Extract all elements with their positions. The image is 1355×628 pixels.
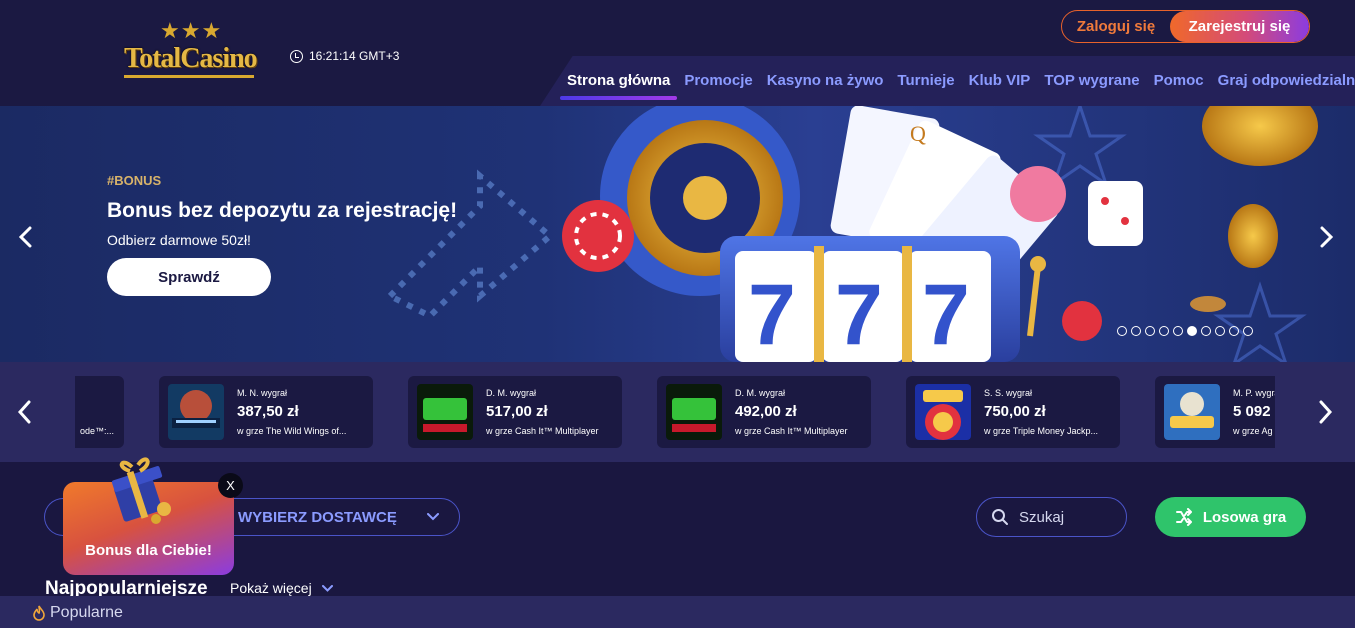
svg-text:Q: Q — [910, 121, 926, 146]
search-icon — [992, 509, 1008, 525]
hero-cta-button[interactable]: Sprawdź — [107, 258, 271, 296]
random-game-label: Losowa gra — [1202, 508, 1287, 526]
nav-item-live-casino[interactable]: Kasyno na żywo — [760, 72, 891, 100]
winner-name: S. S. wygrał — [984, 388, 1033, 398]
winner-game: w grze Cash It™ Multiplayer — [486, 426, 599, 436]
winners-track: ode™:... M. N. wygrał 387,50 zł w grze T… — [75, 376, 1275, 448]
clock-icon — [290, 49, 303, 63]
show-more-link[interactable]: Pokaż więcej — [230, 580, 333, 596]
game-thumbnail-cash-it — [417, 384, 473, 440]
game-thumbnail-wild-wings — [168, 384, 224, 440]
hero-casino-illustration: Q 7 7 7 — [562, 106, 1318, 362]
slide-dot[interactable] — [1159, 326, 1169, 336]
svg-text:7: 7 — [748, 267, 796, 362]
slide-dots — [1117, 326, 1253, 336]
winner-card[interactable]: D. M. wygrał 492,00 zł w grze Cash It™ M… — [657, 376, 871, 448]
winner-amount: 517,00 zł — [486, 403, 548, 420]
winner-amount: 492,00 zł — [735, 403, 797, 420]
winner-card[interactable]: S. S. wygrał 750,00 zł w grze Triple Mon… — [906, 376, 1120, 448]
search-input[interactable] — [1019, 508, 1109, 526]
clock-time: 16:21:14 GMT+3 — [309, 49, 400, 63]
flame-icon — [33, 605, 45, 621]
winner-card[interactable]: D. M. wygrał 517,00 zł w grze Cash It™ M… — [408, 376, 622, 448]
winner-game: w grze The Wild Wings of... — [237, 426, 347, 436]
auth-buttons: Zaloguj się Zarejestruj się — [1061, 10, 1310, 43]
slide-dot[interactable] — [1173, 326, 1183, 336]
game-thumbnail-kings-olympus — [1164, 384, 1220, 440]
shuffle-icon — [1175, 508, 1192, 526]
svg-text:7: 7 — [922, 267, 970, 362]
slide-dot[interactable] — [1131, 326, 1141, 336]
slide-dot[interactable] — [1243, 326, 1253, 336]
show-more-label: Pokaż więcej — [230, 580, 312, 596]
winner-name: M. P. wygrał — [1233, 388, 1275, 398]
winner-card[interactable]: M. P. wygrał 5 092 w grze Ag — [1155, 376, 1275, 448]
svg-text:7: 7 — [835, 267, 883, 362]
clock: 16:21:14 GMT+3 — [290, 49, 399, 63]
chevron-down-icon — [321, 584, 333, 592]
logo-underline — [124, 75, 254, 78]
slide-dot[interactable] — [1215, 326, 1225, 336]
hero-prev-arrow-icon[interactable] — [16, 226, 36, 248]
chevron-down-icon — [426, 513, 439, 521]
nav-item-vip-club[interactable]: Klub VIP — [962, 72, 1038, 100]
game-thumbnail-cash-it — [666, 384, 722, 440]
logo-text: TotalCasino — [124, 43, 258, 74]
hero-next-arrow-icon[interactable] — [1316, 226, 1336, 248]
recent-winners-strip: ode™:... M. N. wygrał 387,50 zł w grze T… — [0, 362, 1355, 462]
logo-stars-icon: ★★★ — [160, 18, 223, 43]
nav-item-promotions[interactable]: Promocje — [677, 72, 759, 100]
site-logo[interactable]: ★★★ TotalCasino — [120, 20, 260, 80]
category-popular[interactable]: Popularne — [32, 604, 123, 622]
hero-subtitle: Odbierz darmowe 50zł! — [107, 232, 251, 248]
nav-item-help[interactable]: Pomoc — [1147, 72, 1211, 100]
decorative-arrow-icon — [384, 169, 555, 320]
winner-game: ode™:... — [80, 426, 115, 436]
winner-game: w grze Triple Money Jackp... — [984, 426, 1099, 436]
winner-amount: 750,00 zł — [984, 403, 1046, 420]
provider-select[interactable]: WYBIERZ DOSTAWCĘ — [216, 498, 460, 536]
site-header: ★★★ TotalCasino 16:21:14 GMT+3 Zaloguj s… — [0, 0, 1355, 106]
slide-dot[interactable] — [1201, 326, 1211, 336]
nav-item-home[interactable]: Strona główna — [560, 72, 678, 100]
slide-dot[interactable] — [1229, 326, 1239, 336]
slide-dot[interactable] — [1117, 326, 1127, 336]
winner-game: w grze Ag — [1233, 426, 1273, 436]
winner-name: D. M. wygrał — [735, 388, 786, 398]
slide-dot[interactable] — [1187, 326, 1197, 336]
slide-dot[interactable] — [1145, 326, 1155, 336]
nav-item-tournaments[interactable]: Turnieje — [890, 72, 961, 100]
random-game-button[interactable]: Losowa gra — [1155, 497, 1306, 537]
hero-banner[interactable]: Q 7 7 7 #BONUS Bonus bez depozytu za rej… — [0, 106, 1355, 362]
winner-game: w grze Cash It™ Multiplayer — [735, 426, 848, 436]
winner-card[interactable]: M. N. wygrał 387,50 zł w grze The Wild W… — [159, 376, 373, 448]
winner-amount: 387,50 zł — [237, 403, 299, 420]
main-nav: Strona główna Promocje Kasyno na żywo Tu… — [560, 72, 1355, 100]
register-button[interactable]: Zarejestruj się — [1170, 11, 1309, 42]
bonus-popup-label: Bonus dla Ciebie! — [85, 542, 212, 559]
login-button[interactable]: Zaloguj się — [1062, 11, 1170, 42]
winner-card[interactable]: ode™:... — [75, 376, 124, 448]
hero-title: Bonus bez depozytu za rejestrację! — [107, 199, 458, 222]
provider-select-label: WYBIERZ DOSTAWCĘ — [238, 508, 397, 526]
winners-prev-arrow-icon[interactable] — [15, 400, 35, 424]
category-bar: Popularne — [0, 596, 1355, 628]
winner-name: M. N. wygrał — [237, 388, 288, 398]
game-thumbnail-triple-money — [915, 384, 971, 440]
search-box[interactable] — [976, 497, 1127, 537]
category-popular-label: Popularne — [50, 604, 123, 621]
close-icon[interactable]: X — [218, 473, 243, 498]
gift-box-icon — [111, 457, 171, 524]
winner-name: D. M. wygrał — [486, 388, 537, 398]
nav-item-top-wins[interactable]: TOP wygrane — [1037, 72, 1146, 100]
winner-amount: 5 092 — [1233, 403, 1271, 420]
hero-tag: #BONUS — [107, 173, 162, 188]
nav-item-responsible-gaming[interactable]: Graj odpowiedzialnie — [1211, 72, 1355, 100]
winners-next-arrow-icon[interactable] — [1315, 400, 1335, 424]
